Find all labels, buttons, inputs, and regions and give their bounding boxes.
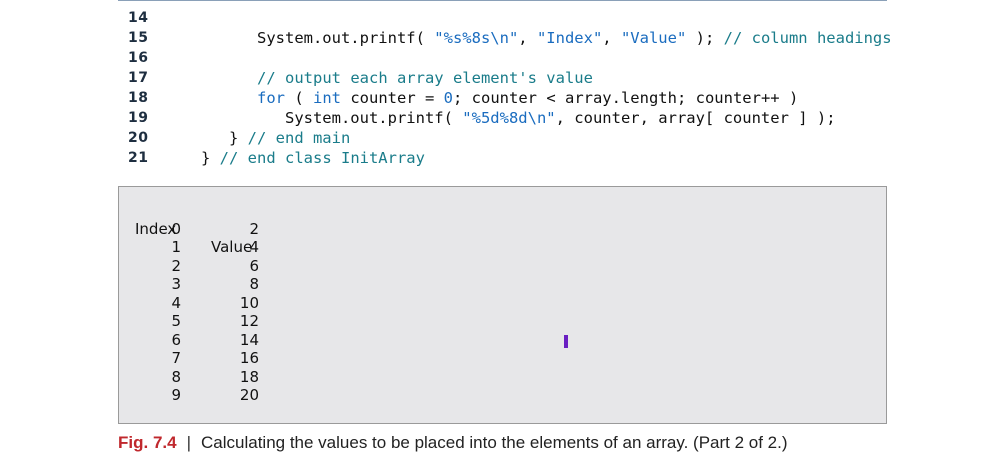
code-token: System.out.printf(: [173, 29, 435, 47]
output-value: 18: [239, 367, 259, 386]
output-value: 16: [239, 349, 259, 367]
code-literal: "%s%8s\n": [434, 29, 519, 47]
code-line: 21 } // end class InitArray: [118, 148, 898, 168]
output-index: 5: [171, 312, 181, 330]
output-row: 6 14: [135, 331, 285, 350]
line-number: 20: [128, 130, 149, 146]
line-number: 21: [128, 150, 149, 166]
code-line: 16: [118, 48, 898, 68]
output-value: 14: [239, 330, 259, 349]
code-literal: "%5d%8d\n": [462, 109, 556, 127]
figure-label: Fig. 7.4: [118, 433, 177, 452]
output-value: 10: [239, 293, 259, 312]
output-header-row: Index Value: [135, 201, 285, 257]
output-index: 6: [171, 330, 181, 349]
caption-text: Calculating the values to be placed into…: [201, 433, 788, 452]
output-row: 02: [135, 220, 285, 239]
code-token: , counter, array[ counter ] );: [555, 109, 836, 127]
output-row: 9 20: [135, 386, 285, 405]
output-index: 0: [171, 219, 181, 238]
line-number: 17: [128, 70, 149, 86]
code-keyword: for: [257, 89, 285, 107]
program-output-panel: Index Value 0 2 1 4 2 6 3 8 4 10 5 12 6 14 7 16 8 18 9 20: [118, 186, 887, 424]
code-keyword: int: [313, 89, 341, 107]
output-value: 8: [249, 275, 259, 293]
code-listing: 14 15 System.out.printf( "%s%8s\n", "Inde…: [118, 8, 898, 168]
output-value: 12: [239, 312, 259, 330]
output-row: 7 16: [135, 349, 285, 368]
output-row: 4 10: [135, 294, 285, 313]
code-line: 17 // output each array element's value: [118, 68, 898, 88]
code-text: System.out.printf( "%5d%8d\n", counter, …: [173, 108, 836, 128]
code-text: System.out.printf( "%s%8s\n", "Index", "…: [173, 28, 892, 48]
code-literal: 0: [443, 89, 453, 107]
output-row: 5 12: [135, 312, 285, 331]
output-table: Index Value 0 2 1 4 2 6 3 8 4 10 5 12 6 14 7 16 8 18 9 20: [135, 201, 285, 405]
output-index: 8: [171, 367, 181, 386]
caption-separator: |: [186, 433, 191, 452]
code-token: ,: [602, 29, 621, 47]
figure-caption: Fig. 7.4 | Calculating the values to be pl…: [118, 433, 788, 453]
code-line: 14: [118, 8, 898, 28]
code-comment: // end class InitArray: [219, 149, 425, 167]
code-token: System.out.printf(: [173, 109, 463, 127]
output-index: 2: [171, 256, 181, 275]
output-index: 7: [171, 349, 181, 367]
output-index: 9: [171, 386, 181, 404]
line-number: 19: [128, 110, 149, 126]
output-index: 3: [171, 275, 181, 293]
code-text: } // end class InitArray: [173, 148, 425, 168]
top-rule: [118, 0, 887, 1]
code-line: 20 } // end main: [118, 128, 898, 148]
code-token: ; counter < array.length; counter++ ): [453, 89, 799, 107]
code-token: (: [285, 89, 313, 107]
output-row: 26: [135, 257, 285, 276]
code-comment: // end main: [247, 129, 351, 147]
output-row: 14: [135, 238, 285, 257]
output-index: 4: [171, 293, 181, 312]
output-row: 8 18: [135, 368, 285, 387]
code-token: );: [686, 29, 724, 47]
code-literal: "Index": [536, 29, 603, 47]
output-value: 6: [249, 256, 259, 275]
output-value: 20: [239, 386, 259, 404]
code-line: 15 System.out.printf( "%s%8s\n", "Index"…: [118, 28, 898, 48]
code-literal: "Value": [620, 29, 687, 47]
line-number: 16: [128, 50, 149, 66]
output-index: 1: [171, 238, 181, 256]
code-token: }: [173, 129, 248, 147]
text-cursor: [564, 335, 568, 348]
line-number: 14: [128, 10, 149, 26]
code-text: for ( int counter = 0; counter < array.l…: [173, 88, 798, 108]
code-comment: // output each array element's value: [257, 69, 593, 87]
code-text: // output each array element's value: [173, 68, 593, 88]
code-token: counter =: [341, 89, 444, 107]
code-comment: // column headings: [723, 29, 892, 47]
code-line: 18 for ( int counter = 0; counter < arra…: [118, 88, 898, 108]
output-row: 38: [135, 275, 285, 294]
line-number: 18: [128, 90, 149, 106]
code-line: 19 System.out.printf( "%5d%8d\n", counte…: [118, 108, 898, 128]
code-text: } // end main: [173, 128, 350, 148]
output-value: 4: [249, 238, 259, 256]
line-number: 15: [128, 30, 149, 46]
code-token: ,: [518, 29, 537, 47]
code-token: }: [173, 149, 220, 167]
output-value: 2: [249, 219, 259, 238]
